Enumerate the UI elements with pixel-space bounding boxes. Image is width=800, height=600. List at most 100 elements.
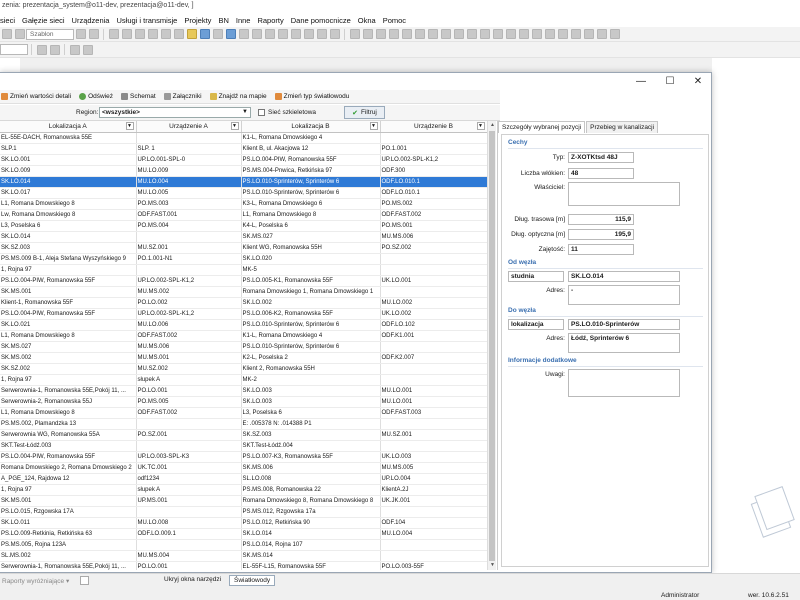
table-row[interactable]: SK.LO.014 SK.MS.027 MU.MS.006 (0, 231, 487, 243)
tool-icon[interactable] (303, 29, 314, 39)
change-fiber-type-button[interactable]: Zmień typ światłowodu (274, 93, 349, 100)
menu-item-projects[interactable]: Projekty (184, 16, 211, 25)
menu-item-branches[interactable]: Gałęzie sieci (22, 16, 65, 25)
table-row[interactable]: Lw, Romana Dmowskiego 8 ODF.FAST.001 L1, R… (0, 209, 487, 221)
menu-item-bn[interactable]: BN (218, 16, 228, 25)
column-header-device-a[interactable]: Urządzenie A ▼ (136, 121, 242, 133)
tool-icon[interactable] (121, 29, 132, 39)
table-row[interactable]: SK.SZ.002 MU.SZ.002 Klient 2, Romanowska 5… (0, 363, 487, 375)
table-row[interactable]: SK.MS.027 MU.MS.006 PS.LO.010-Sprinterów, … (0, 341, 487, 353)
find-on-map-button[interactable]: Znajdź na mapie (209, 93, 267, 100)
region-select[interactable]: <wszystkie> ▼ (99, 107, 251, 118)
tool-icon[interactable] (440, 29, 451, 39)
to-address-value[interactable]: Łódź, Sprinterów 6 (568, 333, 680, 353)
table-row[interactable]: SL.MS.002 MU.MS.004 SK.MS.014 (0, 550, 487, 562)
table-row[interactable]: L1, Romana Dmowskiego 8 ODF.FAST.002 L3, P… (0, 407, 487, 419)
highlight-icon[interactable] (186, 29, 197, 39)
filter-dropdown-icon[interactable]: ▼ (476, 122, 485, 130)
tool-icon[interactable] (88, 29, 99, 39)
tool-icon[interactable] (14, 29, 25, 39)
table-row[interactable]: PS.LO.004-PIW, Romanowska 55F UP.LO.002-S… (0, 275, 487, 287)
table-row[interactable]: EL-55E-DACH, Romanowska 55E K1-L, Romana … (0, 132, 487, 144)
table-row[interactable]: SK.LO.011 MU.LO.008 PS.LO.012, Retkińska 9… (0, 517, 487, 529)
table-row[interactable]: 1, Rojna 97 słupek A PS.MS.008, Romanowska… (0, 484, 487, 496)
table-row[interactable]: PS.MS.005, Rojna 123A PS.LO.014, Rojna 10… (0, 539, 487, 551)
table-row[interactable]: Serwerownia WG, Romanowska 55A PO.SZ.001 S… (0, 429, 487, 441)
tool-icon[interactable] (264, 29, 275, 39)
schema-button[interactable]: Schemat (121, 93, 156, 100)
table-row[interactable]: Serwerownia-1, Romanowska 55E,Pokój 11, … (0, 385, 487, 397)
tool-icon[interactable] (362, 29, 373, 39)
table-row[interactable]: PS.LO.009-Retkinia, Retkińska 63 ODF.LO.0… (0, 528, 487, 540)
pen-icon[interactable] (36, 44, 47, 55)
menu-item-aux-data[interactable]: Dane pomocnicze (291, 16, 351, 25)
tool-icon[interactable] (505, 29, 516, 39)
table-row[interactable]: A_PGE_124, Rajdowa 12 odf1234 SL.LO.008 UP.… (0, 473, 487, 485)
scroll-down-icon[interactable]: ▼ (488, 561, 497, 570)
table-row[interactable]: PS.LO.004-PIW, Romanowska 55F UP.LO.003-S… (0, 451, 487, 463)
table-row[interactable]: SK.LO.014 MU.LO.004 PS.LO.010-Sprinterów, … (0, 176, 487, 188)
table-row[interactable]: PS.LO.004-PIW, Romanowska 55F UP.LO.002-S… (0, 308, 487, 320)
tool-icon[interactable] (134, 29, 145, 39)
table-row[interactable]: L1, Romana Dmowskiego 8 PO.MS.003 K3-L, Ro… (0, 198, 487, 210)
tab-duct-route[interactable]: Przebieg w kanalizacji (586, 121, 659, 133)
menu-item-help[interactable]: Pomoc (383, 16, 406, 25)
tool-icon[interactable] (1, 29, 12, 39)
table-row[interactable]: Klient-1, Romanowska 55F PO.LO.002 SK.LO.0… (0, 297, 487, 309)
table-row[interactable]: Serwerownia-2, Romanowska 55J PO.MS.005 SK… (0, 396, 487, 408)
tool-icon[interactable] (349, 29, 360, 39)
reports-checkbox[interactable] (80, 576, 89, 585)
tool-icon[interactable] (212, 29, 223, 39)
tool-icon[interactable] (557, 29, 568, 39)
table-row[interactable]: SK.LO.009 MU.LO.009 PS.MS.004-Pnwica, Retk… (0, 165, 487, 177)
tool-icon[interactable] (277, 29, 288, 39)
tool-icon[interactable] (82, 44, 93, 55)
menu-item-other[interactable]: Inne (236, 16, 251, 25)
table-row[interactable]: L3, Poselska 6 PO.MS.004 K4-L, Poselska 6P… (0, 220, 487, 232)
template-combo[interactable]: Szablon (26, 28, 74, 40)
from-node-kind[interactable]: studnia (508, 271, 564, 282)
tool-icon[interactable] (609, 29, 620, 39)
table-row[interactable]: Romana Dmowskiego 2, Romana Dmowskiego 2… (0, 462, 487, 474)
table-row[interactable]: SLP.1 SLP. 1 Klient B, ul. Akacjowa 12 PO.1… (0, 143, 487, 155)
filter-dropdown-icon[interactable]: ▼ (230, 122, 239, 130)
table-row[interactable]: SK.MS.002 MU.MS.001 K2-L, Poselska 2 ODF.K2… (0, 352, 487, 364)
tool-icon[interactable] (251, 29, 262, 39)
from-address-value[interactable]: - (568, 285, 680, 305)
tool-icon[interactable] (401, 29, 412, 39)
table-row[interactable]: SK.MS.001 UP.MS.001 Romana Dmowskiego 8, R… (0, 495, 487, 507)
occupancy-value[interactable]: 11 (568, 244, 634, 255)
tool-icon[interactable] (173, 29, 184, 39)
backbone-checkbox[interactable] (258, 109, 265, 116)
notes-value[interactable] (568, 369, 680, 397)
to-node-name[interactable]: PS.LO.010-Sprinterów (568, 319, 680, 330)
table-row[interactable]: 1, Rojna 97 MK-5 (0, 264, 487, 276)
tool-icon[interactable] (544, 29, 555, 39)
scroll-up-icon[interactable]: ▲ (488, 121, 497, 130)
type-value[interactable]: Z-XOTKtsd 48J (568, 152, 634, 163)
close-button[interactable]: ✕ (684, 73, 712, 89)
owner-value[interactable] (568, 182, 680, 206)
table-row[interactable]: SK.LO.001 UP.LO.001-SPL-0 PS.LO.004-PIW, R… (0, 154, 487, 166)
tool-icon[interactable] (570, 29, 581, 39)
scrollbar-thumb[interactable] (489, 131, 495, 561)
table-scrollbar[interactable]: ▲ ▼ (487, 121, 496, 570)
tool-icon[interactable] (518, 29, 529, 39)
tool-icon[interactable] (160, 29, 171, 39)
table-row[interactable]: Serwerownia-1, Romanowska 55E,Pokój 11, … (0, 561, 487, 570)
style-combo[interactable] (0, 44, 28, 55)
table-row[interactable]: PS.LO.015, Rzgowska 17A PS.MS.012, Rzgows… (0, 506, 487, 518)
tool-icon[interactable] (108, 29, 119, 39)
tab-details[interactable]: Szczegóły wybranej pozycji (498, 121, 586, 133)
minimize-button[interactable]: — (627, 73, 655, 89)
tab-fibers[interactable]: Światłowody (229, 575, 276, 586)
menu-item-services[interactable]: Usługi i transmisje (116, 16, 177, 25)
table-row[interactable]: SK.LO.021 MU.LO.006 PS.LO.010-Sprinterów, … (0, 319, 487, 331)
optical-length-value[interactable]: 195,9 (568, 229, 634, 240)
tool-icon[interactable] (75, 29, 86, 39)
table-row[interactable]: L1, Romana Dmowskiego 8 ODF.FAST.002 K1-L,… (0, 330, 487, 342)
filter-dropdown-icon[interactable]: ▼ (369, 122, 378, 130)
column-header-location-a[interactable]: Lokalizacja A ▼ (0, 121, 137, 133)
fibers-value[interactable]: 48 (568, 168, 634, 179)
tool-icon[interactable] (583, 29, 594, 39)
